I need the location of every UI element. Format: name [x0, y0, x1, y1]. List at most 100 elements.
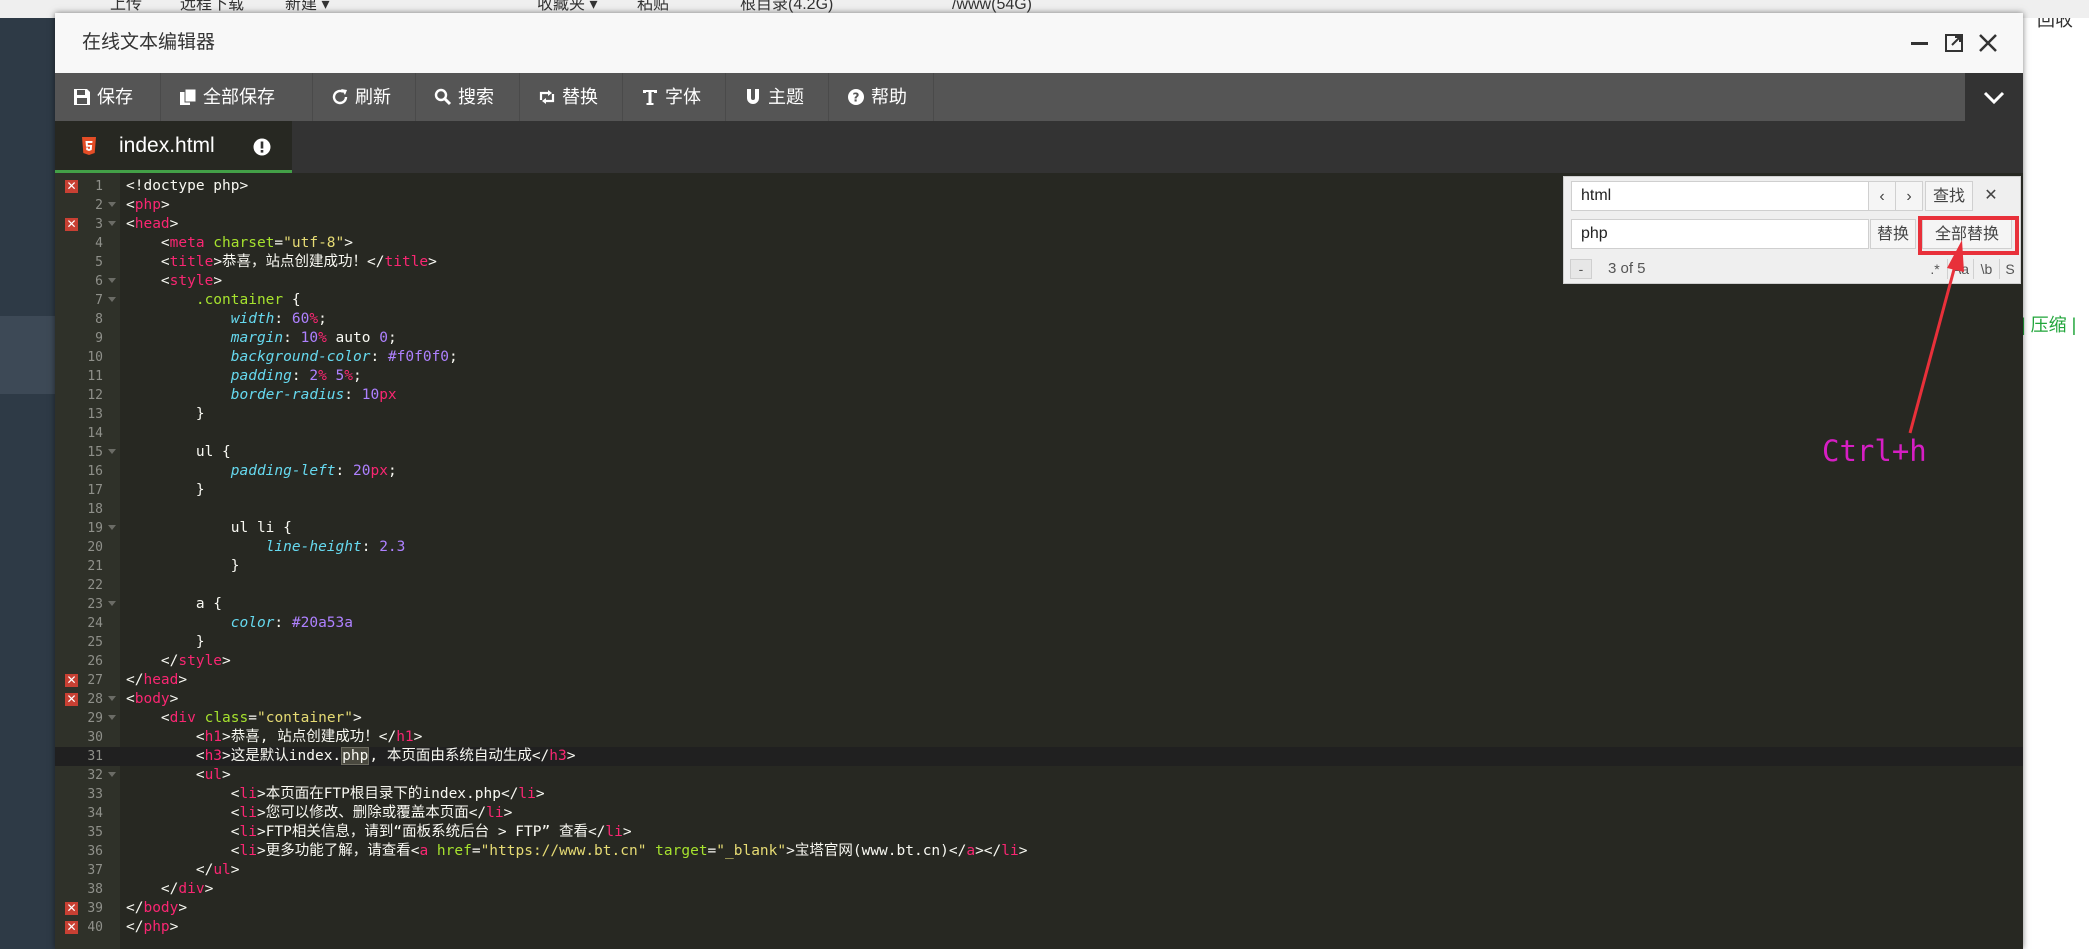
line-number: 16: [87, 464, 103, 479]
code-text: <div class="container">: [126, 709, 362, 728]
code-line[interactable]: 9 margin: 10% auto 0;: [55, 329, 2023, 348]
code-line[interactable]: 33 <li>本页面在FTP根目录下的index.php</li>: [55, 785, 2023, 804]
save-all-button[interactable]: 全部保存: [161, 73, 313, 121]
code-token: "_blank": [716, 843, 787, 859]
code-line[interactable]: ✕ 28 <body>: [55, 690, 2023, 709]
case-sensitive-toggle[interactable]: Aa: [1947, 259, 1973, 279]
maximize-icon[interactable]: [1941, 30, 1967, 56]
exclamation-circle-icon[interactable]: [253, 138, 271, 156]
code-text: }: [126, 557, 240, 576]
code-token: 20: [353, 463, 371, 479]
close-icon[interactable]: [1975, 30, 2001, 56]
code-line[interactable]: 25 }: [55, 633, 2023, 652]
code-line[interactable]: 24 color: #20a53a: [55, 614, 2023, 633]
code-line[interactable]: 30 <h1>恭喜, 站点创建成功！</h1>: [55, 728, 2023, 747]
code-text: a {: [126, 595, 222, 614]
code-line[interactable]: ✕ 39 </body>: [55, 899, 2023, 918]
fold-arrow-icon[interactable]: [108, 221, 116, 226]
fold-arrow-icon[interactable]: [108, 525, 116, 530]
code-line[interactable]: 11 padding: 2% 5%;: [55, 367, 2023, 386]
code-token: "container": [256, 710, 354, 726]
code-line[interactable]: ✕ 40 </php>: [55, 918, 2023, 937]
code-line[interactable]: 22: [55, 576, 2023, 595]
find-input[interactable]: [1571, 181, 1869, 211]
code-line[interactable]: 18: [55, 500, 2023, 519]
fold-arrow-icon[interactable]: [108, 696, 116, 701]
collapse-toolbar-button[interactable]: [1965, 73, 2023, 121]
fold-arrow-icon[interactable]: [108, 297, 116, 302]
code-token: =: [248, 710, 257, 726]
find-previous-button[interactable]: ‹: [1868, 181, 1896, 211]
tab-file-name: index.html: [119, 134, 215, 157]
fold-arrow-icon[interactable]: [108, 601, 116, 606]
fold-arrow-icon[interactable]: [108, 278, 116, 283]
refresh-button[interactable]: 刷新: [313, 73, 416, 121]
code-text: ul {: [126, 443, 231, 462]
code-line[interactable]: 7 .container {: [55, 291, 2023, 310]
find-button[interactable]: 查找: [1925, 181, 1973, 211]
code-line[interactable]: 32 <ul>: [55, 766, 2023, 785]
find-next-button[interactable]: ›: [1895, 181, 1923, 211]
code-line[interactable]: 16 padding-left: 20px;: [55, 462, 2023, 481]
replace-input[interactable]: [1571, 219, 1869, 249]
fold-arrow-icon[interactable]: [108, 772, 116, 777]
search-button[interactable]: 搜索: [416, 73, 520, 121]
code-editor[interactable]: ✕ 1 <!doctype php> 2 <php> ✕ 3 <head> 4 <meta ch…: [55, 173, 2023, 949]
code-token: >: [1018, 843, 1028, 859]
whole-word-toggle[interactable]: \b: [1973, 259, 1999, 279]
refresh-icon: [332, 89, 348, 105]
code-line[interactable]: 29 <div class="container">: [55, 709, 2023, 728]
search-in-selection-toggle[interactable]: S: [1999, 259, 2020, 279]
regex-option-toggle[interactable]: .*: [1923, 259, 1947, 279]
font-button[interactable]: 字体: [623, 73, 726, 121]
code-token: a: [966, 843, 976, 859]
code-line[interactable]: 36 <li>更多功能了解，请查看<a href="https://www.bt…: [55, 842, 2023, 861]
code-line[interactable]: 31 <h3>这是默认index.php, 本页面由系统自动生成</h3>: [55, 747, 2023, 766]
code-text: </php>: [126, 918, 178, 937]
code-line[interactable]: 23 a {: [55, 595, 2023, 614]
background-toolbar-item: 新建 ▾: [285, 0, 330, 13]
code-token: php: [134, 197, 161, 213]
code-text: width: 60%;: [126, 310, 327, 329]
code-line[interactable]: 21 }: [55, 557, 2023, 576]
code-line[interactable]: 13 }: [55, 405, 2023, 424]
html5-icon: [82, 137, 96, 155]
replace-one-button[interactable]: 替换: [1870, 219, 1916, 249]
code-line[interactable]: 8 width: 60%;: [55, 310, 2023, 329]
line-number: 13: [87, 407, 103, 422]
code-token: h3: [549, 748, 567, 764]
theme-button[interactable]: 主题: [726, 73, 829, 121]
code-token: >: [222, 653, 231, 669]
code-line[interactable]: 38 </div>: [55, 880, 2023, 899]
code-line[interactable]: 34 <li>您可以修改、删除或覆盖本页面</li>: [55, 804, 2023, 823]
code-line[interactable]: ✕ 27 </head>: [55, 671, 2023, 690]
code-token: ;: [353, 368, 362, 384]
replace-button[interactable]: 替换: [520, 73, 623, 121]
code-token: ul: [213, 862, 231, 878]
code-line[interactable]: 37 </ul>: [55, 861, 2023, 880]
code-line[interactable]: 10 background-color: #f0f0f0;: [55, 348, 2023, 367]
code-line[interactable]: 19 ul li {: [55, 519, 2023, 538]
save-button[interactable]: 保存: [55, 73, 161, 121]
code-line[interactable]: 14: [55, 424, 2023, 443]
code-text: <li>您可以修改、删除或覆盖本页面</li>: [126, 804, 513, 823]
code-line[interactable]: 26 </style>: [55, 652, 2023, 671]
fold-arrow-icon[interactable]: [108, 202, 116, 207]
code-line[interactable]: 15 ul {: [55, 443, 2023, 462]
code-token: ul {: [126, 444, 231, 460]
close-search-icon[interactable]: ✕: [1977, 181, 2005, 211]
line-number: 37: [87, 863, 103, 878]
fold-arrow-icon[interactable]: [108, 449, 116, 454]
toggle-replace-button[interactable]: -: [1570, 259, 1592, 279]
tab-index-html[interactable]: index.html: [55, 121, 292, 173]
minimize-icon[interactable]: [1907, 30, 1933, 56]
fold-arrow-icon[interactable]: [108, 715, 116, 720]
code-line[interactable]: 20 line-height: 2.3: [55, 538, 2023, 557]
code-line[interactable]: 17 }: [55, 481, 2023, 500]
code-token: >: [413, 729, 423, 745]
line-number: 21: [87, 559, 103, 574]
code-line[interactable]: 12 border-radius: 10px: [55, 386, 2023, 405]
code-token: >这是默认index.: [222, 748, 342, 764]
help-button[interactable]: ? 帮助: [829, 73, 934, 121]
code-line[interactable]: 35 <li>FTP相关信息，请到“面板系统后台 > FTP” 查看</li>: [55, 823, 2023, 842]
